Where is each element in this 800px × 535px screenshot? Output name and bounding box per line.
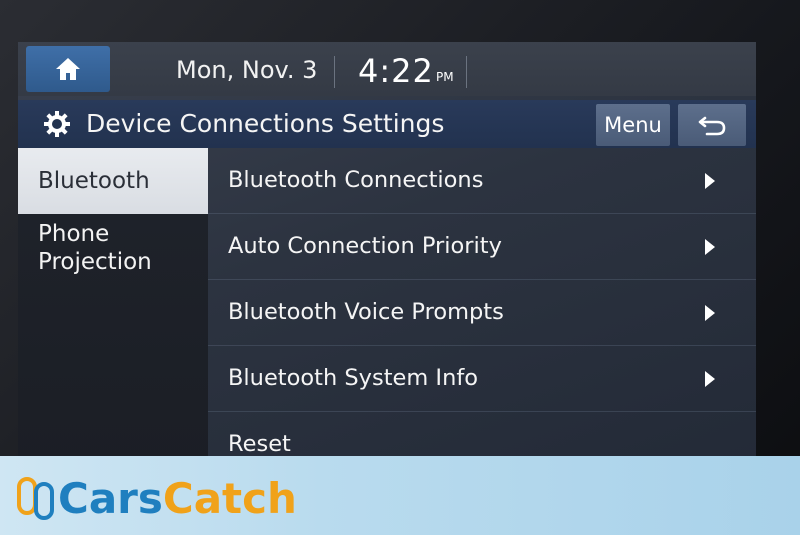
watermark-catch: Catch [162,474,297,523]
list-item-bluetooth-connections[interactable]: Bluetooth Connections [208,148,756,214]
infotainment-screen: Mon, Nov. 3 4:22 PM Device Connections S… [18,42,756,472]
list-item-label: Auto Connection Priority [228,233,502,259]
page-title: Device Connections Settings [86,109,445,138]
sidebar-item-phone-projection[interactable]: Phone Projection [18,220,208,280]
date-display: Mon, Nov. 3 [176,56,318,84]
carscatch-logo-icon [17,477,54,520]
list-item-bluetooth-system-info[interactable]: Bluetooth System Info [208,346,756,412]
time-display: 4:22 [358,52,434,90]
sidebar-item-bluetooth[interactable]: Bluetooth [18,148,208,214]
list-item-bluetooth-voice-prompts[interactable]: Bluetooth Voice Prompts [208,280,756,346]
list-item-auto-connection-priority[interactable]: Auto Connection Priority [208,214,756,280]
status-divider [334,56,335,88]
back-button[interactable] [678,104,746,146]
gear-icon [44,111,70,137]
list-item-label: Bluetooth System Info [228,365,479,391]
watermark-banner: CarsCatch [0,456,800,535]
status-bar: Mon, Nov. 3 4:22 PM [18,42,756,96]
title-bar: Device Connections Settings Menu [18,100,756,148]
chevron-right-icon [705,173,715,189]
back-arrow-icon [698,116,726,136]
chevron-right-icon [705,371,715,387]
list-item-label: Reset [228,431,291,457]
sidebar-item-label: Bluetooth [38,168,150,194]
sidebar: Bluetooth Phone Projection [18,148,208,472]
chevron-right-icon [705,305,715,321]
watermark-text: CarsCatch [58,474,297,523]
home-button[interactable] [26,46,110,92]
settings-list: Bluetooth Connections Auto Connection Pr… [208,148,756,472]
sidebar-item-label: Phone Projection [38,221,152,275]
menu-button[interactable]: Menu [596,104,670,146]
status-divider-right [466,56,467,88]
watermark-cars: Cars [58,474,163,523]
home-icon [56,58,80,80]
ampm-indicator: PM [436,70,454,84]
chevron-right-icon [705,239,715,255]
list-item-label: Bluetooth Connections [228,167,484,193]
list-item-label: Bluetooth Voice Prompts [228,299,504,325]
